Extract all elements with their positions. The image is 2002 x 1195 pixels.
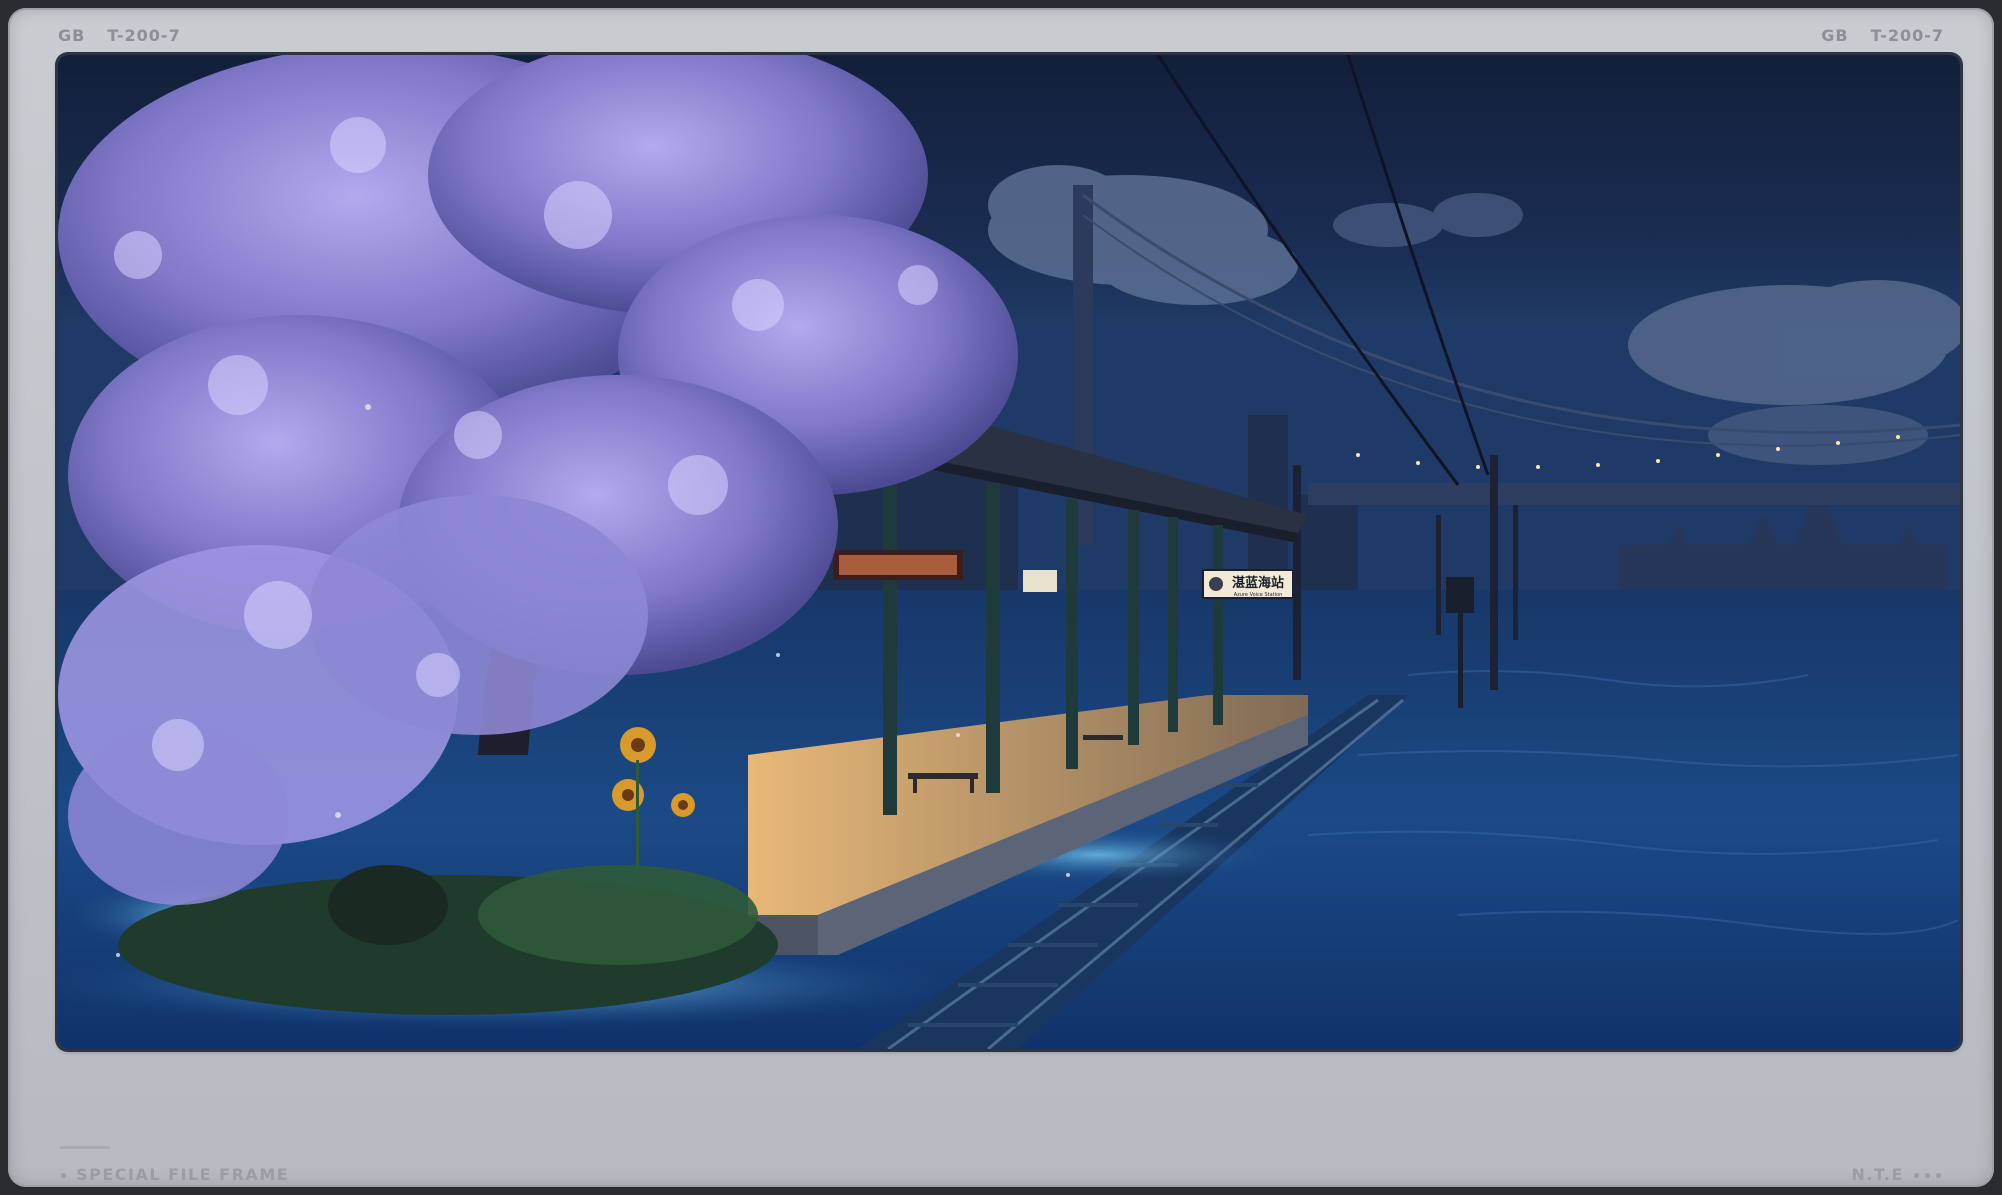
frame-id-left: T-200-7 <box>107 26 181 45</box>
dot-icon <box>1936 1173 1941 1178</box>
special-file-frame-label: SPECIAL FILE FRAME <box>76 1165 290 1184</box>
dot-icon <box>1914 1173 1919 1178</box>
frame-tag-top-right: GB T-200-7 <box>1821 26 1944 45</box>
dot-icon <box>1925 1173 1930 1178</box>
frame-tag-top-left: GB T-200-7 <box>58 26 181 45</box>
station-sign-subtext: Azure Voice Station <box>1234 592 1283 598</box>
frame-code-left: GB <box>58 26 86 45</box>
station-sign-text: 湛蓝海站 <box>1232 575 1284 591</box>
bridge-deck <box>1308 483 1960 505</box>
frame-id-right: T-200-7 <box>1870 26 1944 45</box>
photo-frame: GB T-200-7 GB T-200-7 湛蓝海站 Azure Voice S… <box>8 8 1994 1187</box>
footer-divider <box>60 1146 110 1149</box>
nte-label: N.T.E <box>1851 1165 1904 1184</box>
scene-screenshot: 湛蓝海站 Azure Voice Station <box>58 55 1960 1049</box>
bullet-icon <box>61 1173 66 1178</box>
footer-label-left: SPECIAL FILE FRAME <box>58 1165 289 1184</box>
railway-signal <box>1446 577 1474 613</box>
frame-code-right: GB <box>1821 26 1849 45</box>
footer-label-right: N.T.E <box>1851 1165 1944 1184</box>
